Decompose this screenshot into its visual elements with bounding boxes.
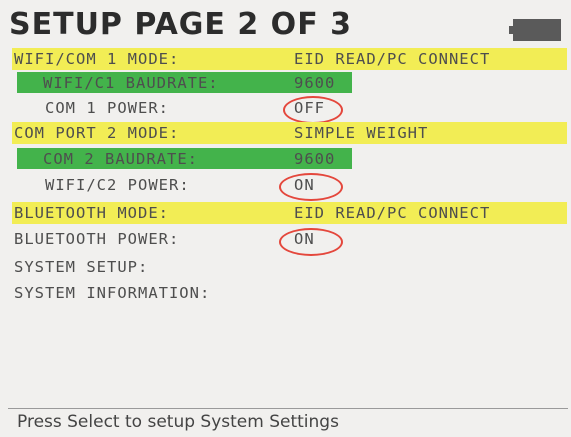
page-title: SETUP PAGE 2 OF 3 <box>9 7 353 42</box>
setting-label: COM PORT 2 MODE: <box>14 124 180 142</box>
setting-value: SIMPLE WEIGHT <box>294 124 429 142</box>
setting-label: WIFI/C2 POWER: <box>45 176 190 194</box>
setting-label: SYSTEM SETUP: <box>14 258 149 276</box>
highlight-circle <box>279 173 343 201</box>
setting-label: BLUETOOTH POWER: <box>14 230 180 248</box>
highlight-circle <box>283 96 343 124</box>
status-bar: Press Select to setup System Settings <box>17 412 339 432</box>
setting-label: SYSTEM INFORMATION: <box>14 284 211 302</box>
setting-label: WIFI/COM 1 MODE: <box>14 50 180 68</box>
setting-row-com2-baudrate[interactable]: COM 2 BAUDRATE: 9600 <box>14 148 354 170</box>
setting-value: EID READ/PC CONNECT <box>294 204 491 222</box>
setting-label: COM 2 BAUDRATE: <box>43 150 198 168</box>
setting-value: EID READ/PC CONNECT <box>294 50 491 68</box>
setting-label: WIFI/C1 BAUDRATE: <box>43 74 219 92</box>
setting-label: COM 1 POWER: <box>45 99 169 117</box>
setting-row-wifi-com1-mode[interactable]: WIFI/COM 1 MODE: EID READ/PC CONNECT <box>14 48 564 70</box>
setting-row-system-setup[interactable]: SYSTEM SETUP: <box>14 256 314 278</box>
highlight-circle <box>279 228 343 256</box>
battery-icon <box>509 19 561 41</box>
setting-value: 9600 <box>294 74 336 92</box>
setting-row-wifi-c1-baudrate[interactable]: WIFI/C1 BAUDRATE: 9600 <box>14 72 354 94</box>
setting-value: 9600 <box>294 150 336 168</box>
setting-row-system-information[interactable]: SYSTEM INFORMATION: <box>14 282 314 304</box>
setting-row-com-port2-mode[interactable]: COM PORT 2 MODE: SIMPLE WEIGHT <box>14 122 564 144</box>
setting-label: BLUETOOTH MODE: <box>14 204 169 222</box>
setting-row-bluetooth-mode[interactable]: BLUETOOTH MODE: EID READ/PC CONNECT <box>14 202 564 224</box>
divider <box>8 408 568 409</box>
